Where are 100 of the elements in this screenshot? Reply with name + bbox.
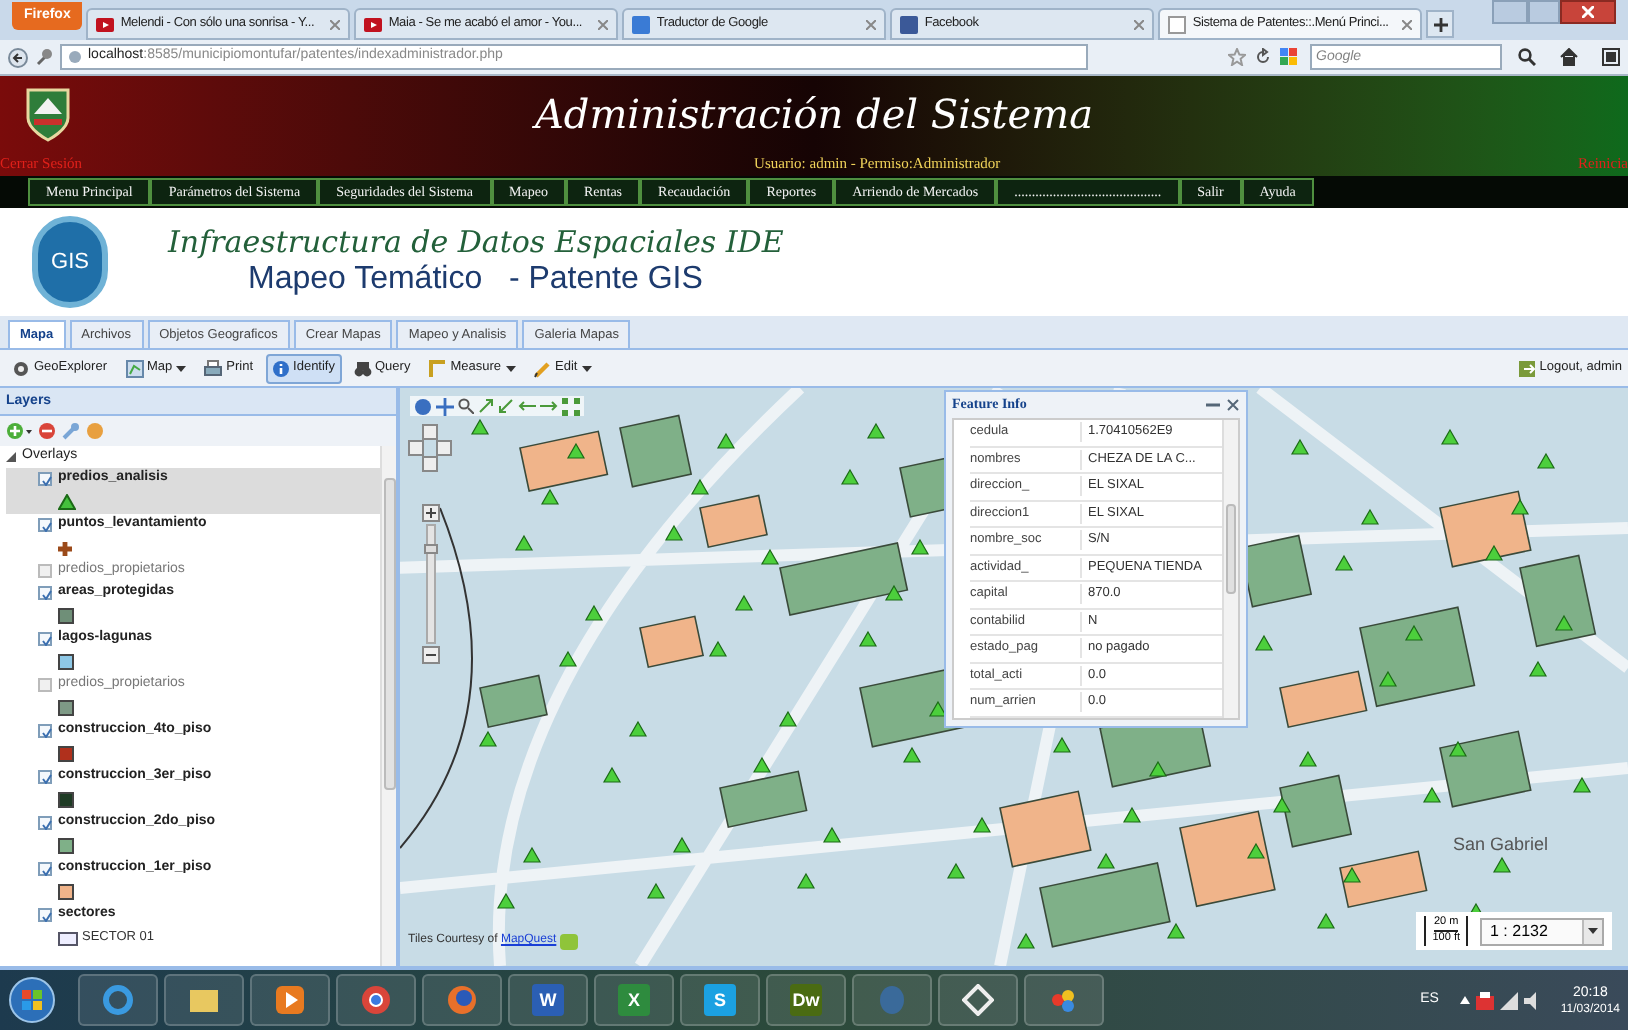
remove-icon[interactable] (38, 422, 56, 440)
triangle-marker[interactable] (1492, 856, 1512, 873)
close-button[interactable] (1560, 0, 1616, 24)
taskbar-button[interactable] (1024, 974, 1104, 1026)
reload-icon[interactable] (1254, 48, 1272, 66)
triangle-marker[interactable] (522, 846, 542, 863)
triangle-marker[interactable] (1298, 750, 1318, 767)
triangle-marker[interactable] (1528, 660, 1548, 677)
extent-icon[interactable] (562, 397, 580, 415)
back-icon[interactable] (8, 47, 28, 67)
triangle-marker[interactable] (866, 422, 886, 439)
checkbox[interactable] (38, 564, 52, 578)
triangle-marker[interactable] (558, 650, 578, 667)
zoom-slider[interactable] (422, 504, 440, 664)
triangle-marker[interactable] (734, 594, 754, 611)
triangle-marker[interactable] (858, 630, 878, 647)
triangle-marker[interactable] (1342, 866, 1362, 883)
close-icon[interactable] (598, 19, 609, 29)
triangle-marker[interactable] (478, 730, 498, 747)
checkbox[interactable] (38, 472, 52, 486)
triangle-marker[interactable] (1440, 428, 1460, 445)
caret-icon[interactable] (1460, 996, 1471, 1004)
wrench-icon[interactable] (36, 48, 52, 66)
scale-dropdown[interactable]: 1 : 2132 (1480, 917, 1604, 945)
triangle-marker[interactable] (672, 836, 692, 853)
taskbar-button[interactable]: Dw (766, 974, 846, 1026)
triangle-marker[interactable] (1510, 498, 1530, 515)
close-icon[interactable] (1134, 19, 1145, 29)
triangle-marker[interactable] (840, 468, 860, 485)
triangle-marker[interactable] (708, 640, 728, 657)
triangle-marker[interactable] (778, 710, 798, 727)
zoom-in-icon[interactable] (478, 398, 494, 414)
triangle-marker[interactable] (1166, 922, 1186, 939)
close-icon[interactable] (330, 19, 341, 29)
checkbox[interactable] (38, 908, 52, 922)
triangle-marker[interactable] (1484, 544, 1504, 561)
scrollbar[interactable] (380, 446, 396, 966)
triangle-marker[interactable] (602, 766, 622, 783)
checkbox[interactable] (38, 586, 52, 600)
triangle-marker[interactable] (1148, 760, 1168, 777)
triangle-marker[interactable] (752, 756, 772, 773)
zoom-icon[interactable] (458, 398, 474, 414)
close-icon[interactable] (866, 19, 877, 29)
close-icon[interactable] (1226, 398, 1240, 412)
triangle-marker[interactable] (664, 524, 684, 541)
triangle-marker[interactable] (566, 442, 586, 459)
globe-icon[interactable] (414, 397, 432, 415)
triangle-marker[interactable] (628, 720, 648, 737)
zoom-in-button[interactable] (422, 504, 440, 522)
close-icon[interactable] (1402, 19, 1413, 29)
checkbox[interactable] (38, 816, 52, 830)
triangle-marker[interactable] (1334, 554, 1354, 571)
triangle-marker[interactable] (690, 478, 710, 495)
triangle-marker[interactable] (1360, 508, 1380, 525)
triangle-marker[interactable] (1572, 776, 1592, 793)
add-icon[interactable] (6, 422, 32, 440)
flag-icon[interactable] (1476, 991, 1495, 1009)
slider-thumb[interactable] (424, 543, 438, 554)
triangle-marker[interactable] (1554, 614, 1574, 631)
triangle-marker[interactable] (760, 548, 780, 565)
triangle-marker[interactable] (928, 700, 948, 717)
zoom-out-icon[interactable] (498, 398, 514, 414)
triangle-marker[interactable] (1536, 452, 1556, 469)
triangle-marker[interactable] (470, 418, 490, 435)
taskbar-button[interactable]: W (508, 974, 588, 1026)
triangle-marker[interactable] (1404, 624, 1424, 641)
triangle-marker[interactable] (514, 534, 534, 551)
star-icon[interactable] (1228, 48, 1246, 66)
taskbar-button[interactable] (250, 974, 330, 1026)
triangle-marker[interactable] (1448, 740, 1468, 757)
taskbar-button[interactable] (938, 974, 1018, 1026)
plus-icon[interactable] (1434, 18, 1449, 32)
triangle-marker[interactable] (1422, 786, 1442, 803)
triangle-marker[interactable] (646, 882, 666, 899)
minimize-icon[interactable] (1206, 398, 1220, 412)
triangle-marker[interactable] (716, 432, 736, 449)
triangle-marker[interactable] (496, 892, 516, 909)
back-arrow-icon[interactable] (518, 398, 536, 414)
triangle-marker[interactable] (902, 746, 922, 763)
checkbox[interactable] (38, 518, 52, 532)
checkbox[interactable] (38, 632, 52, 646)
triangle-marker[interactable] (1290, 438, 1310, 455)
search-icon[interactable] (1518, 48, 1536, 66)
taskbar-button[interactable]: X (594, 974, 674, 1026)
triangle-marker[interactable] (946, 862, 966, 879)
triangle-marker[interactable] (972, 816, 992, 833)
zoom-out-button[interactable] (422, 646, 440, 664)
bookmark-icon[interactable] (1602, 48, 1620, 66)
triangle-marker[interactable] (1254, 634, 1274, 651)
triangle-marker[interactable] (1016, 932, 1036, 949)
signal-icon[interactable] (1500, 991, 1519, 1009)
checkbox[interactable] (38, 678, 52, 692)
scrollbar[interactable] (1222, 420, 1238, 717)
triangle-marker[interactable] (1052, 736, 1072, 753)
triangle-marker[interactable] (796, 872, 816, 889)
checkbox[interactable] (38, 862, 52, 876)
triangle-marker[interactable] (1096, 852, 1116, 869)
checkbox[interactable] (38, 770, 52, 784)
triangle-marker[interactable] (1272, 796, 1292, 813)
start-button[interactable] (8, 976, 56, 1024)
